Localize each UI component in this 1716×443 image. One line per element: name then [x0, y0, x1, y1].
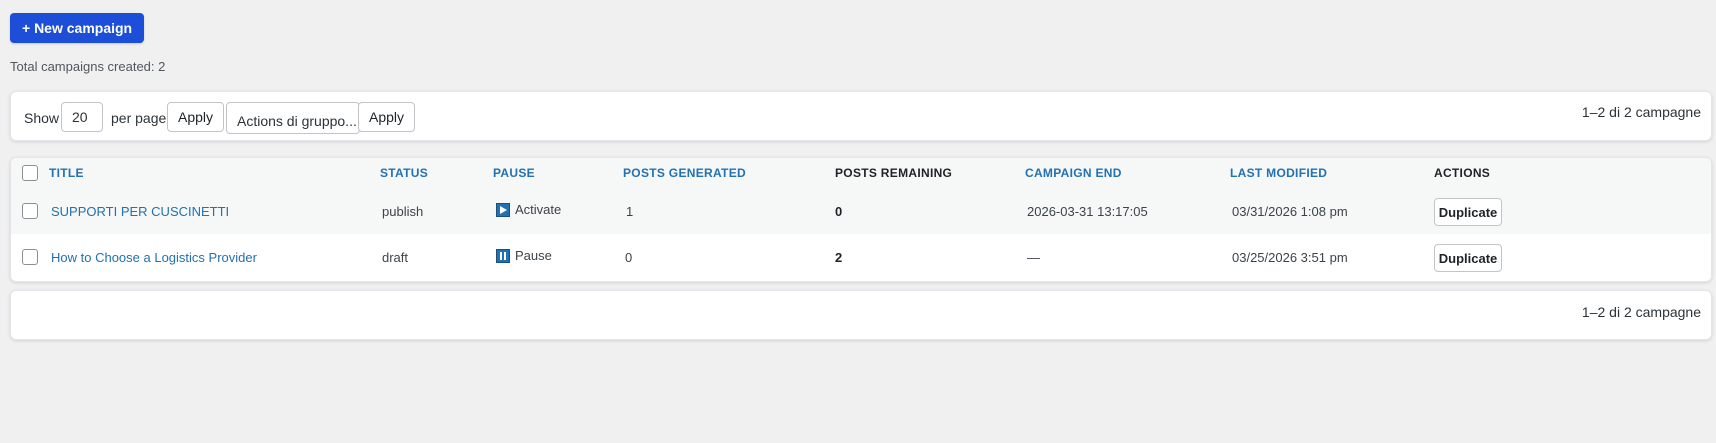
campaign-title-link[interactable]: How to Choose a Logistics Provider: [51, 250, 257, 265]
campaigns-page: + New campaign Total campaigns created: …: [0, 0, 1716, 443]
select-all-checkbox[interactable]: [22, 165, 38, 181]
pause-label: Pause: [515, 248, 552, 263]
posts-generated-value: 1: [626, 204, 634, 219]
activate-label: Activate: [515, 202, 562, 217]
table-header: TITLE STATUS PAUSE POSTS GENERATED POSTS…: [11, 158, 1711, 189]
pagination-count: 1–2 di 2 campagne: [1581, 304, 1701, 320]
apply-bulk-action-button[interactable]: Apply: [358, 102, 416, 132]
table-row: SUPPORTI PER CUSCINETTI publish Activate…: [11, 188, 1711, 234]
row-checkbox[interactable]: [22, 203, 38, 219]
pause-icon: [496, 248, 510, 263]
activate-toggle[interactable]: Activate: [496, 202, 561, 217]
table-toolbar: Show 20 per page Apply Actions di gruppo…: [10, 91, 1712, 141]
campaign-end-value: 2026-03-31 13:17:05: [1027, 204, 1148, 219]
campaign-end-value: —: [1027, 250, 1040, 265]
pagination-count: 1–2 di 2 campagne: [1581, 104, 1701, 120]
column-posts-remaining: POSTS REMAINING: [835, 166, 953, 180]
bulk-actions-select[interactable]: Actions di gruppo...: [226, 102, 360, 134]
campaigns-table: TITLE STATUS PAUSE POSTS GENERATED POSTS…: [10, 157, 1712, 282]
posts-remaining-value: 2: [835, 250, 843, 265]
column-last-modified[interactable]: LAST MODIFIED: [1230, 166, 1327, 180]
posts-remaining-value: 0: [835, 204, 843, 219]
posts-generated-value: 0: [625, 250, 633, 265]
per-page-input[interactable]: 20: [61, 102, 103, 132]
column-posts-generated[interactable]: POSTS GENERATED: [623, 166, 746, 180]
table-row: How to Choose a Logistics Provider draft…: [11, 234, 1711, 280]
column-pause[interactable]: PAUSE: [493, 166, 535, 180]
duplicate-button[interactable]: Duplicate: [1434, 198, 1502, 226]
apply-per-page-button[interactable]: Apply: [167, 102, 225, 132]
total-campaigns-text: Total campaigns created: 2: [10, 59, 166, 74]
column-status[interactable]: STATUS: [380, 166, 428, 180]
last-modified-value: 03/25/2026 3:51 pm: [1232, 250, 1348, 265]
campaign-status: publish: [382, 204, 424, 219]
column-campaign-end[interactable]: CAMPAIGN END: [1025, 166, 1122, 180]
last-modified-value: 03/31/2026 1:08 pm: [1232, 204, 1348, 219]
pause-toggle[interactable]: Pause: [496, 248, 552, 263]
table-footer: 1–2 di 2 campagne: [10, 290, 1712, 340]
column-title[interactable]: TITLE: [49, 166, 84, 180]
row-checkbox[interactable]: [22, 249, 38, 265]
duplicate-button[interactable]: Duplicate: [1434, 244, 1502, 272]
column-actions: ACTIONS: [1434, 166, 1491, 180]
campaign-status: draft: [382, 250, 409, 265]
play-icon: [496, 202, 510, 217]
show-label: Show: [24, 110, 60, 126]
per-page-label: per page: [111, 110, 167, 126]
campaign-title-link[interactable]: SUPPORTI PER CUSCINETTI: [51, 204, 229, 219]
new-campaign-button[interactable]: + New campaign: [10, 13, 145, 43]
